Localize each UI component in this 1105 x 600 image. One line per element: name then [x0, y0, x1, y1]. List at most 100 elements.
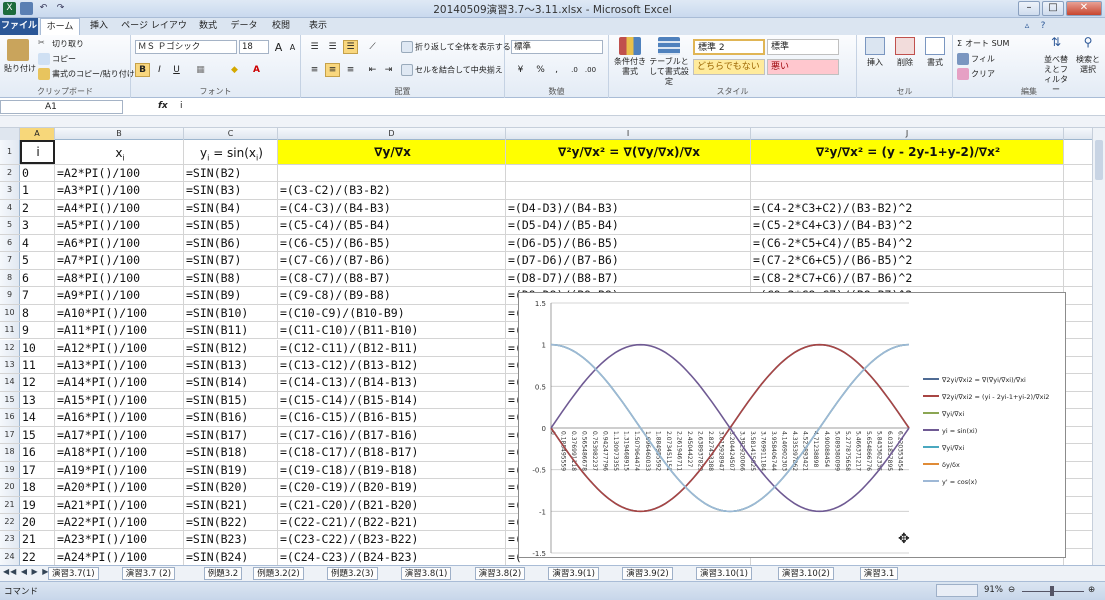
underline-button[interactable]: U: [169, 63, 184, 77]
cell-c[interactable]: =SIN(B5): [184, 217, 278, 234]
row-number[interactable]: 9: [0, 287, 20, 304]
cell-a[interactable]: 3: [20, 217, 55, 234]
cell-c[interactable]: =SIN(B22): [184, 514, 278, 531]
cell-d[interactable]: =(C20-C19)/(B20-B19): [278, 479, 506, 496]
row-number[interactable]: 6: [0, 234, 20, 252]
currency-button[interactable]: ¥: [513, 63, 528, 77]
row-number[interactable]: 23: [0, 531, 20, 548]
paste-button[interactable]: 貼り付け: [4, 39, 36, 74]
style-normal[interactable]: 標準: [767, 39, 839, 55]
cell-d[interactable]: =(C23-C22)/(B23-B22): [278, 531, 506, 548]
cell-d[interactable]: =(C13-C12)/(B13-B12): [278, 356, 506, 374]
cell-a[interactable]: 20: [20, 514, 55, 531]
cell-i[interactable]: =(D4-D3)/(B4-B3): [506, 199, 751, 217]
cell-j[interactable]: =(C5-2*C4+C3)/(B4-B3)^2: [751, 217, 1064, 234]
tab-file[interactable]: ファイル: [0, 18, 38, 35]
cell-b[interactable]: =A17*PI()/100: [55, 426, 184, 444]
cell-d[interactable]: =(C3-C2)/(B3-B2): [278, 182, 506, 199]
cell-c[interactable]: =SIN(B15): [184, 391, 278, 409]
percent-button[interactable]: %: [533, 63, 548, 77]
cell-c[interactable]: =SIN(B20): [184, 479, 278, 496]
maximize-button[interactable]: □: [1042, 1, 1064, 16]
cell-c[interactable]: =SIN(B14): [184, 374, 278, 391]
select-all-corner[interactable]: [0, 128, 20, 140]
cell-d[interactable]: =(C11-C10)/(B11-B10): [278, 322, 506, 339]
font-color-icon[interactable]: A: [249, 63, 264, 77]
cell-b[interactable]: =A3*PI()/100: [55, 182, 184, 199]
increase-decimal-icon[interactable]: .0: [567, 63, 582, 77]
row-number[interactable]: 17: [0, 426, 20, 444]
col-header-d[interactable]: D: [278, 128, 506, 140]
cell-b[interactable]: =A6*PI()/100: [55, 234, 184, 252]
row-number[interactable]: 16: [0, 409, 20, 426]
row-number[interactable]: 18: [0, 444, 20, 461]
formula-input[interactable]: i: [180, 101, 183, 111]
cell-b[interactable]: =A9*PI()/100: [55, 287, 184, 304]
cell-i[interactable]: =(D5-D4)/(B5-B4): [506, 217, 751, 234]
cell-c[interactable]: =SIN(B23): [184, 531, 278, 548]
cell-j[interactable]: [751, 165, 1064, 182]
cell-j[interactable]: =(C7-2*C6+C5)/(B6-B5)^2: [751, 252, 1064, 269]
conditional-format-button[interactable]: 条件付き書式: [613, 37, 647, 77]
cell-d[interactable]: =(C10-C9)/(B10-B9): [278, 304, 506, 322]
format-as-table-button[interactable]: テーブルとして書式設定: [649, 37, 689, 87]
style-bad[interactable]: 悪い: [767, 59, 839, 75]
sheet-tab[interactable]: 演習3.7(1): [48, 567, 99, 580]
sheet-tab[interactable]: 演習3.10(1): [696, 567, 752, 580]
tab-review[interactable]: 校閲: [264, 18, 298, 35]
cell-b[interactable]: =A7*PI()/100: [55, 252, 184, 269]
cell-a[interactable]: 12: [20, 374, 55, 391]
shrink-font-button[interactable]: A: [285, 40, 300, 54]
sheet-tab[interactable]: 例題3.2(3): [327, 567, 378, 580]
cell-b[interactable]: =A24*PI()/100: [55, 548, 184, 565]
align-bottom-icon[interactable]: ☰: [343, 40, 358, 54]
cell-a[interactable]: 13: [20, 391, 55, 409]
sheet-tab[interactable]: 例題3.2: [203, 567, 243, 580]
cell-b1[interactable]: xi: [55, 140, 184, 164]
cell-d[interactable]: =(C15-C14)/(B15-B14): [278, 391, 506, 409]
cell-c[interactable]: =SIN(B3): [184, 182, 278, 199]
cell-d[interactable]: =(C4-C3)/(B4-B3): [278, 199, 506, 217]
col-header-i[interactable]: I: [506, 128, 751, 140]
decrease-decimal-icon[interactable]: .00: [583, 63, 598, 77]
row-number[interactable]: 10: [0, 304, 20, 322]
cut-button[interactable]: ✂ 切り取り: [38, 38, 84, 50]
cell-b[interactable]: =A2*PI()/100: [55, 165, 184, 182]
cell-d[interactable]: =(C21-C20)/(B21-B20): [278, 496, 506, 513]
cell-b[interactable]: =A13*PI()/100: [55, 356, 184, 374]
row-number[interactable]: 2: [0, 165, 20, 182]
format-cells-button[interactable]: 書式: [921, 37, 949, 68]
tab-view[interactable]: 表示: [300, 18, 336, 35]
zoom-out-icon[interactable]: ⊖: [1008, 585, 1015, 595]
cell-c[interactable]: =SIN(B8): [184, 269, 278, 287]
fx-icon[interactable]: fx: [158, 101, 168, 111]
cell-b[interactable]: =A23*PI()/100: [55, 531, 184, 548]
cell-a[interactable]: 6: [20, 269, 55, 287]
tab-data[interactable]: データ: [226, 18, 262, 35]
orientation-icon[interactable]: ⟋: [365, 40, 380, 54]
cell-c[interactable]: =SIN(B19): [184, 461, 278, 479]
copy-button[interactable]: コピー: [38, 53, 76, 65]
scroll-thumb[interactable]: [1095, 140, 1103, 180]
cell-c[interactable]: =SIN(B9): [184, 287, 278, 304]
cell-b[interactable]: =A5*PI()/100: [55, 217, 184, 234]
cell-c[interactable]: =SIN(B4): [184, 199, 278, 217]
autosum-button[interactable]: Σ オート SUM: [957, 38, 1009, 49]
col-header-c[interactable]: C: [184, 128, 278, 140]
cell-c[interactable]: =SIN(B11): [184, 322, 278, 339]
cell-a[interactable]: 21: [20, 531, 55, 548]
font-size-combo[interactable]: 18: [239, 40, 269, 54]
col-header-a[interactable]: A: [20, 128, 55, 140]
cell-d[interactable]: =(C14-C13)/(B14-B13): [278, 374, 506, 391]
tab-formulas[interactable]: 数式: [192, 18, 224, 35]
row-number[interactable]: 4: [0, 199, 20, 217]
row-number[interactable]: 8: [0, 269, 20, 287]
row-number[interactable]: 5: [0, 217, 20, 234]
delete-cells-button[interactable]: 削除: [891, 37, 919, 68]
cell-j[interactable]: [751, 182, 1064, 199]
decrease-indent-icon[interactable]: ⇤: [365, 63, 380, 77]
cell-a[interactable]: 17: [20, 461, 55, 479]
cell-d[interactable]: =(C7-C6)/(B7-B6): [278, 252, 506, 269]
cell-i[interactable]: =(D7-D6)/(B7-B6): [506, 252, 751, 269]
cell-c[interactable]: =SIN(B6): [184, 234, 278, 252]
